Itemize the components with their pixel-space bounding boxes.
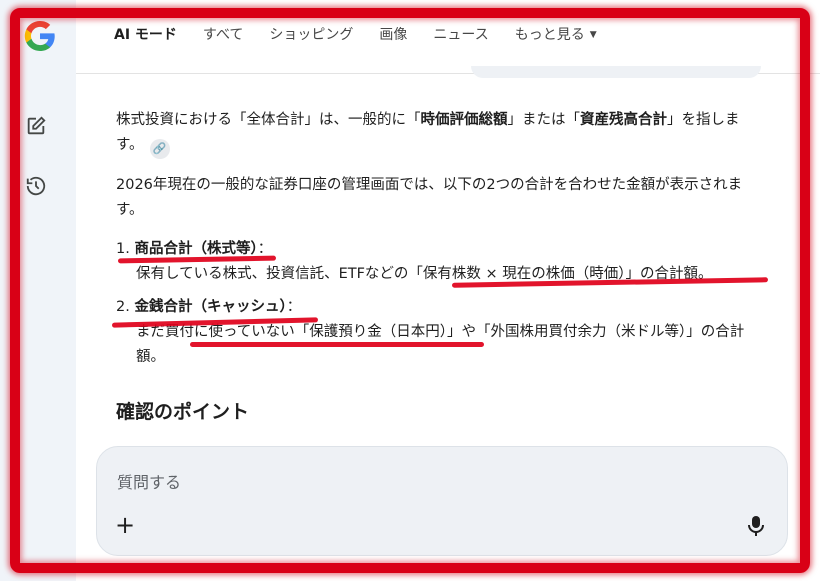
section-heading: 確認のポイント (116, 401, 250, 423)
tab-news[interactable]: ニュース (433, 24, 488, 44)
answer-text: 株式投資における「全体合計」は、一般的に「 (116, 112, 421, 128)
top-navigation: AI モード すべて ショッピング 画像 ニュース もっと見る ▼ (76, 0, 820, 78)
list-number: 1. (116, 240, 130, 257)
ai-answer: 株式投資における「全体合計」は、一般的に「時価評価総額」または「資産残高合計」を… (116, 108, 766, 378)
list-colon: ： (257, 240, 273, 257)
list-colon: ： (286, 298, 302, 315)
microphone-icon[interactable] (747, 515, 765, 537)
list-item: 2. 金銭合計（キャッシュ）： まだ買付に使っていない「保護預り金（日本円）」や… (116, 295, 766, 370)
answer-paragraph-1: 株式投資における「全体合計」は、一般的に「時価評価総額」または「資産残高合計」を… (116, 108, 766, 159)
tab-more-label: もっと見る (514, 27, 585, 43)
list-item-title: 金銭合計（キャッシュ） (134, 298, 287, 315)
caret-down-icon: ▼ (589, 30, 597, 40)
list-item-title: 商品合計（株式等） (134, 240, 258, 257)
tab-shopping[interactable]: ショッピング (269, 24, 353, 44)
sidebar (0, 0, 76, 581)
edit-icon (27, 116, 46, 135)
new-chat-button[interactable] (22, 112, 50, 140)
list-number: 2. (116, 298, 130, 315)
tab-all[interactable]: すべて (203, 24, 243, 44)
google-logo[interactable] (22, 18, 58, 54)
annotation-underline (190, 342, 484, 347)
answer-text: 」または「 (507, 112, 581, 128)
tab-images[interactable]: 画像 (379, 24, 407, 44)
answer-paragraph-2: 2026年現在の一般的な証券口座の管理画面では、以下の2つの合計を合わせた金額が… (116, 176, 743, 218)
tab-more[interactable]: もっと見る ▼ (515, 24, 597, 44)
add-button[interactable]: + (115, 513, 135, 537)
history-icon (26, 176, 46, 196)
link-icon[interactable]: 🔗 (149, 138, 170, 159)
tab-ai-mode[interactable]: AI モード (114, 24, 177, 44)
previous-query-bubble (471, 66, 761, 78)
search-tabs: AI モード すべて ショッピング 画像 ニュース もっと見る ▼ (114, 24, 597, 44)
history-button[interactable] (22, 172, 50, 200)
answer-bold-term: 時価評価総額 (420, 112, 508, 128)
answer-bold-term: 資産残高合計 (580, 112, 667, 128)
question-input[interactable]: 質問する (117, 469, 181, 493)
composer[interactable]: 質問する + (96, 446, 788, 556)
